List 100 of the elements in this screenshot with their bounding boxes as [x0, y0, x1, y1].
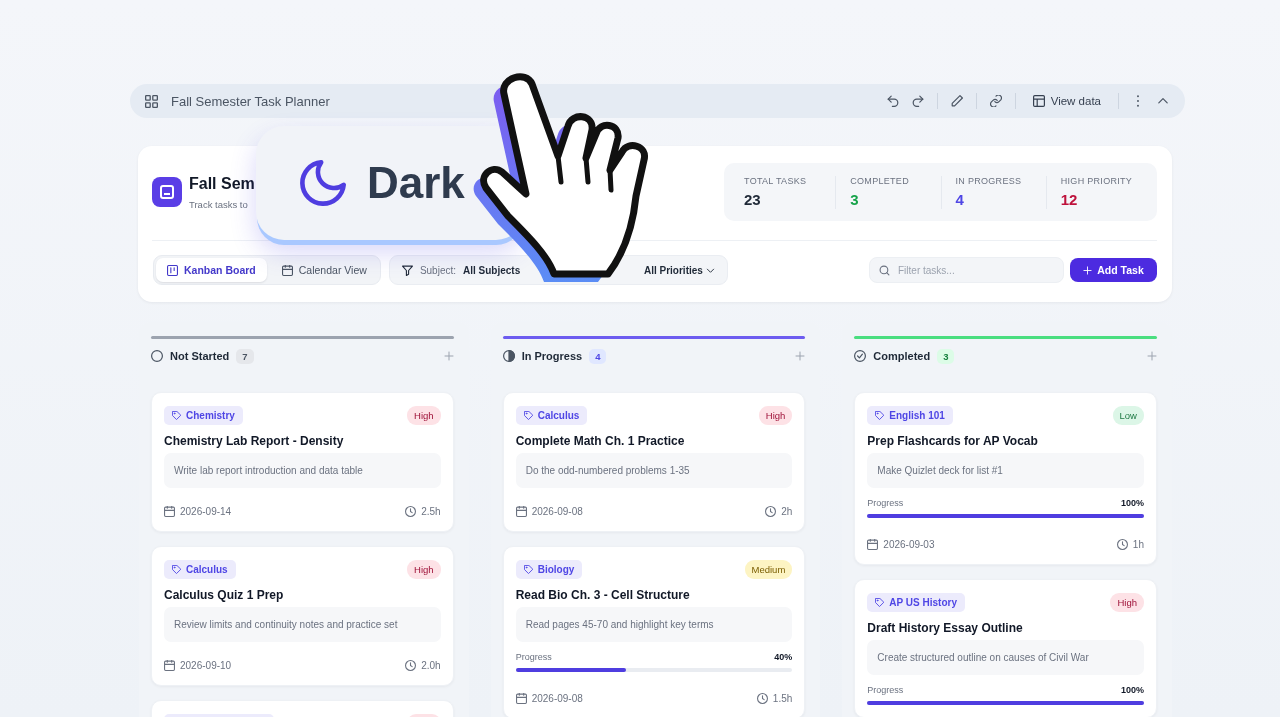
task-title: Prep Flashcards for AP Vocab: [867, 433, 1039, 449]
board-icon: [167, 264, 178, 276]
task-card[interactable]: Chemistry High Chemistry Lab Report - Density Write lab report introduction and data table 2026-09-14 2.5h: [151, 392, 454, 532]
clock-icon: [756, 692, 768, 704]
half-circle-icon: [502, 350, 515, 362]
subject-label: English 101: [889, 410, 945, 421]
task-card[interactable]: Biology Medium Read Bio Ch. 3 - Cell Structure Read pages 45-70 and highlight key terms Progress 40% 2026-09-08 1.5h: [502, 546, 806, 717]
pen-icon[interactable]: [950, 95, 963, 107]
planner-subtitle: Track tasks to: [189, 198, 249, 210]
task-description: Do the odd-numbered problems 1-35: [515, 453, 793, 488]
priority-badge: Low: [1112, 406, 1144, 425]
task-card[interactable]: Calculus High Calculus Quiz 1 Prep Review limits and continuity notes and practice set 2026-09-10 2.0h: [151, 546, 454, 686]
subject-label: Chemistry: [186, 410, 235, 421]
calendar-icon: [164, 659, 175, 671]
due-date: 2026-09-08: [531, 505, 583, 517]
clock-icon: [765, 505, 777, 517]
time-estimate: 2h: [781, 505, 793, 517]
moon-icon: [300, 160, 346, 206]
priority-dropdown[interactable]: All Priorities: [643, 264, 715, 276]
toolbar-title: Fall Semester Task Planner: [171, 93, 330, 109]
time-estimate: 1h: [1132, 538, 1144, 550]
task-description: Make Quizlet deck for list #1: [867, 453, 1144, 488]
clock-icon: [405, 505, 417, 517]
subject-label: Calculus: [537, 410, 580, 421]
task-card[interactable]: AP US History High Draft History Essay Outline Create structured outline on causes of Civil War Progress 100%: [854, 579, 1157, 717]
calendar-icon: [164, 505, 175, 517]
calendar-icon: [281, 264, 293, 276]
circle-icon: [151, 350, 163, 362]
task-title: Chemistry Lab Report - Density: [164, 433, 345, 449]
column-title: Completed: [873, 350, 931, 362]
stat-label: HIGH PRIORITY: [1060, 175, 1134, 186]
column-title: In Progress: [521, 350, 583, 362]
tag-icon: [523, 411, 533, 420]
view-tab[interactable]: Calendar View: [270, 258, 378, 282]
priority-badge: Medium: [744, 560, 793, 579]
task-title: Read Bio Ch. 3 - Cell Structure: [515, 587, 691, 603]
clock-icon: [1116, 538, 1128, 550]
tag-icon: [172, 565, 181, 574]
link-icon[interactable]: [989, 95, 1002, 107]
search-field[interactable]: Filter tasks...: [869, 257, 1064, 283]
subject-label: Calculus: [186, 564, 228, 575]
undo-icon[interactable]: [886, 95, 899, 107]
due-date: 2026-09-03: [883, 538, 935, 550]
search-icon: [879, 264, 890, 276]
view-data-button[interactable]: View data: [1028, 92, 1105, 110]
column-title: Not Started: [170, 350, 230, 362]
time-estimate: 2.5h: [421, 505, 441, 517]
filter-icon: [401, 264, 413, 276]
progress-percent: 40%: [774, 651, 793, 663]
task-description: Write lab report introduction and data table: [164, 453, 441, 488]
priority-badge: High: [407, 560, 441, 579]
progress-percent: 100%: [1120, 684, 1144, 696]
task-title: Complete Math Ch. 1 Practice: [515, 433, 686, 449]
calendar-icon: [867, 538, 879, 550]
task-card[interactable]: Calculus High Complete Math Ch. 1 Practice Do the odd-numbered problems 1-35 2026-09-08 2h: [502, 392, 806, 532]
column-count: 7: [236, 348, 254, 364]
subject-label: AP US History: [889, 597, 957, 608]
stat-label: TOTAL TASKS: [744, 175, 808, 186]
progress-percent: 100%: [1120, 497, 1144, 509]
redo-icon[interactable]: [911, 95, 924, 107]
tag-icon: [875, 411, 885, 420]
due-date: 2026-09-08: [531, 692, 583, 704]
stat-value: 4: [955, 190, 964, 208]
subject-label: Biology: [537, 564, 575, 575]
stat-label: IN PROGRESS: [955, 175, 1023, 186]
task-title: Draft History Essay Outline: [867, 620, 1024, 636]
plus-icon: [1083, 265, 1093, 275]
stat-value: 12: [1060, 190, 1078, 208]
task-card[interactable]: English 101 Low Prep Flashcards for AP Vocab Make Quizlet deck for list #1 Progress 100% 2026-09-03 1h: [854, 392, 1157, 565]
planner-title: Fall Sem: [189, 174, 255, 193]
time-estimate: 2.0h: [421, 659, 441, 671]
tag-icon: [172, 411, 181, 420]
progress-label: Progress: [515, 651, 552, 663]
view-tab[interactable]: Kanban Board: [156, 258, 267, 282]
task-title: Calculus Quiz 1 Prep: [164, 587, 285, 603]
calendar-icon: [515, 692, 527, 704]
stat-label: COMPLETED: [850, 175, 910, 186]
stat-value: 23: [744, 190, 761, 208]
task-description: Review limits and continuity notes and practice set: [164, 607, 441, 642]
stat-value: 3: [850, 190, 859, 208]
tag-icon: [875, 598, 885, 607]
priority-badge: High: [1110, 593, 1144, 612]
progress-label: Progress: [867, 684, 904, 696]
column-count: 4: [589, 348, 607, 364]
app-logo-icon: [152, 177, 182, 207]
task-description: Create structured outline on causes of Civil War: [867, 640, 1144, 675]
priority-badge: High: [407, 406, 441, 425]
subject-filter-value[interactable]: All Subjects: [463, 264, 521, 276]
due-date: 2026-09-10: [180, 659, 232, 671]
add-task-button[interactable]: Add Task: [1070, 258, 1157, 282]
priority-badge: High: [758, 406, 793, 425]
tag-icon: [523, 565, 533, 574]
chevron-down-icon: [705, 265, 715, 275]
due-date: 2026-09-14: [180, 505, 232, 517]
check-circle-icon: [854, 350, 867, 362]
task-description: Read pages 45-70 and highlight key terms: [515, 607, 793, 642]
time-estimate: 1.5h: [772, 692, 793, 704]
progress-label: Progress: [867, 497, 904, 509]
column-count: 3: [937, 348, 955, 364]
table-icon: [1032, 95, 1045, 107]
